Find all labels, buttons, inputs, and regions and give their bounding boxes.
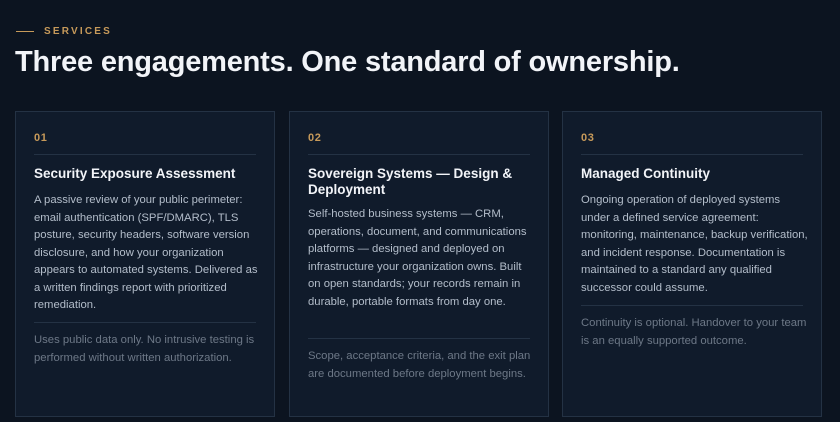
section-eyebrow: SERVICES [16,26,112,37]
card-divider [34,322,256,323]
service-card-managed-continuity: 03 Managed Continuity Ongoing operation … [562,111,822,417]
eyebrow-label: SERVICES [44,26,112,37]
card-note: Continuity is optional. Handover to your… [581,317,807,347]
card-note: Scope, acceptance criteria, and the exit… [308,350,531,380]
card-number: 02 [308,132,322,144]
card-title: Security Exposure Assessment [34,166,236,181]
card-title: Sovereign Systems — Design & Deployment [308,166,513,197]
service-card-sovereign-systems: 02 Sovereign Systems — Design & Deployme… [289,111,549,417]
card-divider [308,154,530,155]
card-number: 03 [581,132,595,144]
card-description: Ongoing operation of deployed systems un… [581,194,808,294]
card-divider [581,305,803,306]
section-title: Three engagements. One standard of owner… [15,46,680,78]
card-note: Uses public data only. No intrusive test… [34,334,255,364]
card-description: Self-hosted business systems — CRM, oper… [308,208,527,308]
card-divider [308,338,530,339]
eyebrow-line [16,31,34,32]
service-card-assessment: 01 Security Exposure Assessment A passiv… [15,111,275,417]
card-description: A passive review of your public perimete… [34,194,258,311]
card-title: Managed Continuity [581,166,710,181]
card-divider [581,154,803,155]
card-number: 01 [34,132,48,144]
card-divider [34,154,256,155]
